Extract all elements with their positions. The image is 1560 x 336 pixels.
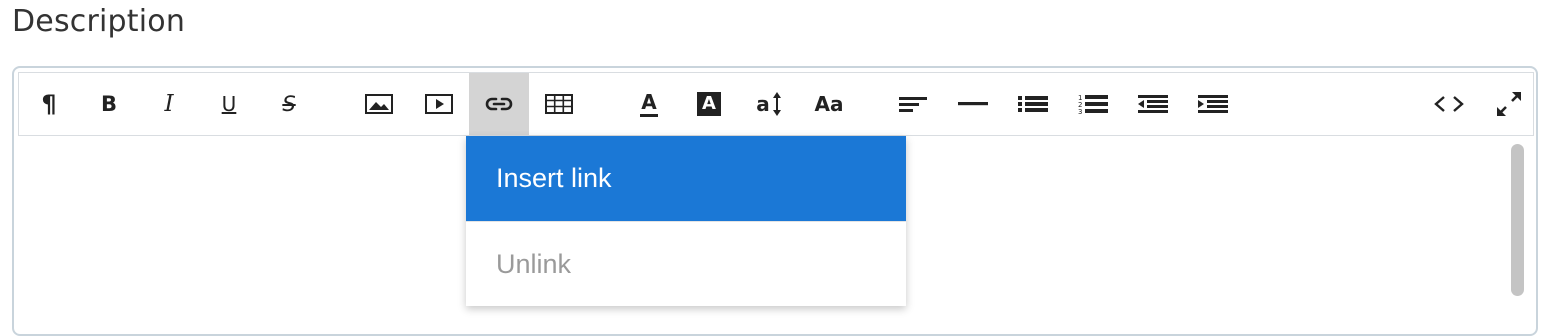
bold-icon: B xyxy=(100,91,117,116)
insert-link-menu-item[interactable]: Insert link xyxy=(466,136,906,221)
link-dropdown-menu: Insert link Unlink xyxy=(466,136,906,306)
line-height-button[interactable]: a xyxy=(739,73,799,135)
editor-toolbar: ¶ B I U S A A a Aa 1 2 3 xyxy=(18,72,1534,136)
align-button[interactable] xyxy=(883,73,943,135)
field-label: Description xyxy=(12,4,186,39)
italic-button[interactable]: I xyxy=(139,73,199,135)
table-icon xyxy=(545,94,573,114)
font-size-icon: Aa xyxy=(814,92,844,116)
font-color-button[interactable]: A xyxy=(619,73,679,135)
indent-icon xyxy=(1198,95,1228,113)
background-color-button[interactable]: A xyxy=(679,73,739,135)
fullscreen-button[interactable] xyxy=(1479,73,1536,135)
unlink-menu-item[interactable]: Unlink xyxy=(466,222,906,307)
image-button[interactable] xyxy=(349,73,409,135)
strikethrough-button[interactable]: S xyxy=(259,73,319,135)
horizontal-rule-icon xyxy=(958,102,988,106)
link-button[interactable] xyxy=(469,73,529,135)
bullet-list-icon xyxy=(1018,96,1048,112)
strikethrough-icon: S xyxy=(282,91,296,116)
horizontal-rule-button[interactable] xyxy=(943,73,1003,135)
editor-scrollbar-thumb[interactable] xyxy=(1511,144,1524,296)
underline-button[interactable]: U xyxy=(199,73,259,135)
image-icon xyxy=(365,94,393,114)
italic-icon: I xyxy=(164,90,174,117)
font-size-button[interactable]: Aa xyxy=(799,73,859,135)
unlink-label: Unlink xyxy=(496,249,572,279)
svg-text:3: 3 xyxy=(1078,108,1082,114)
video-button[interactable] xyxy=(409,73,469,135)
line-height-icon: a xyxy=(756,91,782,117)
ordered-list-button[interactable]: 1 2 3 xyxy=(1063,73,1123,135)
align-left-icon xyxy=(899,97,927,112)
underline-icon: U xyxy=(221,92,237,116)
link-icon xyxy=(485,97,513,111)
outdent-icon xyxy=(1138,95,1168,113)
paragraph-button[interactable]: ¶ xyxy=(19,73,79,135)
insert-link-label: Insert link xyxy=(496,163,612,193)
code-view-button[interactable] xyxy=(1419,73,1479,135)
indent-button[interactable] xyxy=(1183,73,1243,135)
outdent-button[interactable] xyxy=(1123,73,1183,135)
paragraph-icon: ¶ xyxy=(41,90,57,118)
bold-button[interactable]: B xyxy=(79,73,139,135)
background-color-icon: A xyxy=(697,92,721,116)
expand-icon xyxy=(1497,92,1521,116)
unordered-list-button[interactable] xyxy=(1003,73,1063,135)
video-icon xyxy=(425,94,453,114)
font-color-icon: A xyxy=(640,92,658,117)
code-icon xyxy=(1434,96,1464,112)
table-button[interactable] xyxy=(529,73,589,135)
numbered-list-icon: 1 2 3 xyxy=(1078,94,1108,114)
